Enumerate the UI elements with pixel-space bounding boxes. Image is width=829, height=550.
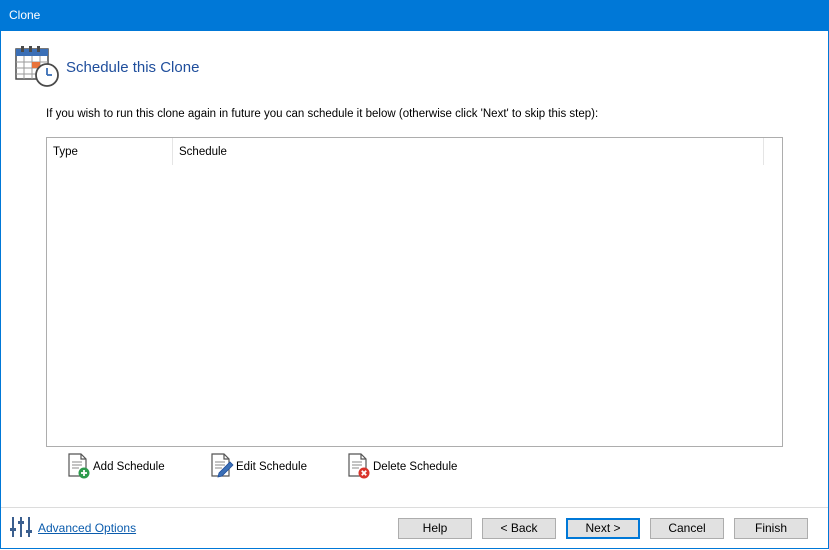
sliders-icon: [10, 517, 32, 537]
edit-schedule-button[interactable]: Edit Schedule: [210, 452, 310, 480]
column-header-type-label: Type: [53, 146, 78, 158]
schedule-list-header: Type Schedule: [47, 138, 782, 165]
help-button[interactable]: Help: [398, 518, 472, 539]
delete-schedule-button[interactable]: Delete Schedule: [347, 452, 462, 480]
page-title: Schedule this Clone: [66, 59, 200, 76]
add-schedule-label: Add Schedule: [93, 461, 165, 473]
add-document-icon: [68, 453, 90, 479]
delete-document-icon: [348, 453, 370, 479]
column-header-type[interactable]: Type: [47, 138, 173, 165]
window-title: Clone: [9, 8, 41, 22]
schedule-list[interactable]: Type Schedule: [46, 137, 783, 447]
footer-divider: [1, 507, 828, 508]
add-schedule-button[interactable]: Add Schedule: [67, 452, 167, 480]
next-button[interactable]: Next >: [566, 518, 640, 539]
edit-schedule-label: Edit Schedule: [236, 461, 307, 473]
delete-schedule-label: Delete Schedule: [373, 461, 458, 473]
cancel-button[interactable]: Cancel: [650, 518, 724, 539]
column-header-schedule[interactable]: Schedule: [173, 138, 764, 165]
back-button[interactable]: < Back: [482, 518, 556, 539]
column-header-schedule-label: Schedule: [179, 146, 227, 158]
edit-document-icon: [211, 453, 234, 478]
finish-button[interactable]: Finish: [734, 518, 808, 539]
instruction-text: If you wish to run this clone again in f…: [46, 108, 599, 120]
advanced-options-link[interactable]: Advanced Options: [38, 521, 136, 535]
calendar-clock-icon: [15, 46, 59, 87]
title-bar[interactable]: Clone: [0, 0, 829, 31]
